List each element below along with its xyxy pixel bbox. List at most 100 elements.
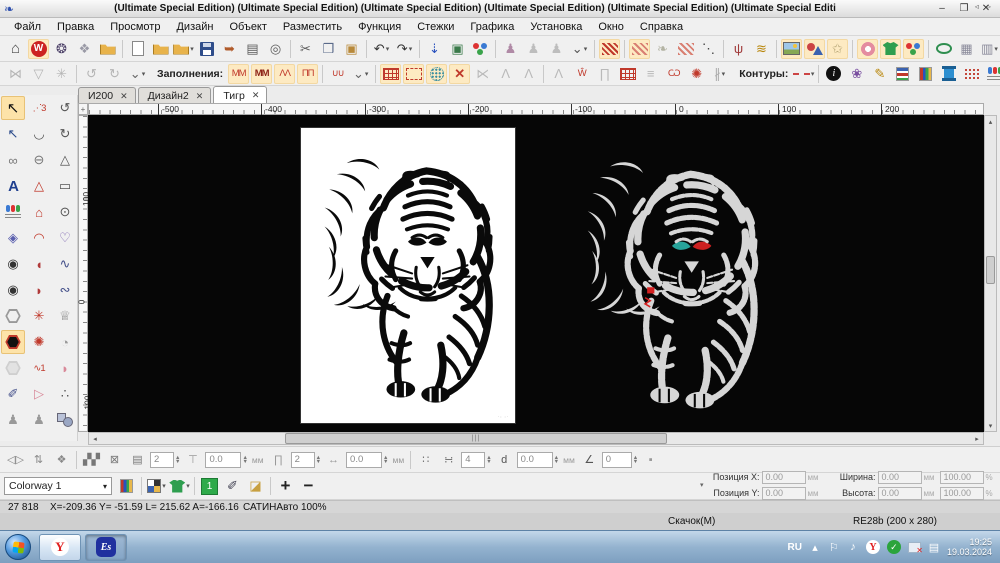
pentagon-tool[interactable]: ⌂	[27, 200, 51, 224]
current-color-swatch[interactable]: 1	[199, 476, 220, 496]
contour-lines-icon[interactable]: ≡	[640, 64, 661, 84]
pen-tool[interactable]: ✐	[1, 382, 25, 406]
rotate-copy-2-icon[interactable]: ↻	[104, 64, 125, 84]
open-recent-icon[interactable]: ▾	[173, 39, 194, 59]
feather-edge-icon[interactable]: ⋉	[472, 64, 493, 84]
design-canvas[interactable]: ·: :·	[88, 115, 984, 432]
menu-item-6[interactable]: Разместить	[275, 20, 350, 34]
zigzag-effect-icon[interactable]: Ŵ	[571, 64, 592, 84]
star-outline-icon[interactable]: ✩	[827, 38, 848, 59]
flower-pot-icon[interactable]: ❀	[846, 64, 867, 84]
hex-outline-tool[interactable]	[1, 304, 25, 328]
colorway-select[interactable]: Colorway 1 ▾	[4, 477, 112, 495]
donut-preview-icon[interactable]	[857, 38, 878, 59]
ring-tool[interactable]: ◉	[1, 252, 25, 276]
menu-item-8[interactable]: Стежки	[409, 20, 462, 34]
tatami-sample-icon[interactable]	[629, 38, 650, 59]
angle-icon[interactable]: ∠	[579, 450, 600, 470]
design-notes-icon[interactable]: ✎	[869, 64, 890, 84]
pattern-stamp-icon[interactable]	[403, 63, 425, 84]
spinner-arrows[interactable]: ▲ ▼	[554, 455, 559, 465]
spike-icon[interactable]: Λ	[495, 64, 516, 84]
bird-release-icon[interactable]: ❖	[74, 39, 95, 59]
field-value[interactable]: 100.00	[939, 470, 984, 484]
spinner-arrows[interactable]: ▲ ▼	[633, 455, 638, 465]
mirror-fan-icon[interactable]: ▽	[28, 64, 49, 84]
menu-item-3[interactable]: Просмотр	[102, 20, 168, 34]
menu-item-7[interactable]: Функция	[350, 20, 409, 34]
field-value[interactable]: 0.00	[761, 486, 806, 500]
folders-icon[interactable]	[97, 39, 118, 59]
copy-icon[interactable]: ❒	[318, 39, 339, 59]
freeline-tool[interactable]: ∿	[53, 252, 77, 276]
spike-2-icon[interactable]: Λ	[518, 64, 539, 84]
vertical-scrollbar[interactable]: ▴ ▾	[984, 115, 997, 432]
horizontal-spacing-icon[interactable]: ↔	[323, 450, 344, 470]
monogram-tool[interactable]	[1, 200, 25, 224]
texture-block-icon[interactable]	[617, 64, 638, 84]
closed-shape-tool[interactable]: △	[27, 174, 51, 198]
mannequin-2-tool[interactable]: ♟	[27, 408, 51, 432]
palette-grid-icon[interactable]: ▾	[146, 476, 167, 496]
fish-motif-icon[interactable]: ≋	[751, 39, 772, 59]
satin-sample-icon[interactable]	[599, 38, 620, 59]
shape-library-tool[interactable]: ♡	[53, 226, 77, 250]
spinner-arrows[interactable]: ▲ ▼	[175, 455, 180, 465]
color-dots-icon[interactable]	[903, 38, 924, 59]
grid-icon[interactable]: ▦	[956, 39, 977, 59]
sunburst-fill-icon[interactable]: ✺	[686, 64, 707, 84]
new-file-icon[interactable]	[127, 39, 148, 59]
fill-bucket-icon[interactable]: ◪	[245, 476, 266, 496]
rotate-copy-icon[interactable]: ↺	[81, 64, 102, 84]
tshirt-product-icon[interactable]	[880, 38, 901, 59]
stagger-2-icon[interactable]: ∺	[438, 450, 459, 470]
stagger-icon[interactable]: ∷	[415, 450, 436, 470]
digitize-nodes-icon[interactable]: ⋱	[698, 39, 719, 59]
pattern-fill-icon[interactable]	[380, 63, 402, 84]
product-tshirt-icon[interactable]: ▾	[169, 476, 190, 496]
field-value[interactable]: 100.00	[939, 486, 984, 500]
arc-2-tool[interactable]: ↻	[53, 122, 77, 146]
lettering-tool[interactable]: A	[1, 174, 25, 198]
taskbar-embroidery-button[interactable]: Es	[85, 533, 127, 561]
start-button[interactable]	[5, 534, 31, 560]
save-icon[interactable]	[196, 39, 217, 59]
node-count-tool[interactable]: ∿1	[27, 356, 51, 380]
send-to-machine-icon[interactable]: ▣	[447, 39, 468, 59]
color-list-icon[interactable]	[892, 64, 913, 84]
shape-group-tool[interactable]	[53, 408, 77, 432]
flag-icon[interactable]: ⚐	[828, 541, 840, 554]
distance-input[interactable]: 0.0 ▲ ▼	[516, 451, 559, 468]
ring-2-tool[interactable]: ◉	[1, 278, 25, 302]
node-polygon-tool[interactable]: △	[53, 148, 77, 172]
tab-close-icon[interactable]: ✕	[120, 91, 128, 102]
cut-icon[interactable]: ✂	[295, 39, 316, 59]
tab-Дизайн2[interactable]: Дизайн2 ✕	[137, 87, 212, 103]
scroll-left-icon[interactable]: ◂	[89, 433, 101, 444]
language-indicator[interactable]: RU	[788, 542, 802, 553]
mirror-column-icon[interactable]: ▤	[127, 450, 148, 470]
horizontal-scrollbar[interactable]: ◂ ||| ▸	[88, 432, 984, 445]
mannequin-3-icon[interactable]: ♟	[546, 39, 567, 59]
curve-tool[interactable]: ◡	[27, 122, 51, 146]
copies-count-input[interactable]: 2 ▲ ▼	[150, 451, 180, 468]
ruler-origin-button[interactable]: +	[78, 103, 88, 115]
stagger-count-input[interactable]: 4 ▲ ▼	[461, 451, 492, 468]
minimize-button[interactable]: –	[932, 2, 952, 16]
mirror-merge-icon[interactable]: ⋈	[5, 64, 26, 84]
undo-icon[interactable]: ↶ ▾	[371, 39, 392, 59]
menu-item-11[interactable]: Окно	[590, 20, 632, 34]
angle-input[interactable]: 0 ▲ ▼	[601, 451, 638, 468]
menu-item-10[interactable]: Установка	[522, 20, 590, 34]
fill-zigzag-icon[interactable]: ΛΛ	[274, 63, 296, 84]
wave-effect-icon[interactable]: Λ	[548, 64, 569, 84]
taskbar-clock[interactable]: 19:25 19.03.2024	[947, 537, 992, 557]
vertical-scroll-thumb[interactable]	[986, 256, 995, 284]
scroll-right-icon[interactable]: ▸	[971, 433, 983, 444]
fill-satin-raised-icon[interactable]: ΜΜ	[251, 63, 273, 84]
menu-item-12[interactable]: Справка	[632, 20, 691, 34]
mirror-row-icon[interactable]: ▞▞	[81, 450, 102, 470]
scroll-up-icon[interactable]: ▴	[985, 116, 996, 127]
yandex-tray-icon[interactable]: Y	[865, 540, 880, 554]
wilcom-logo-icon[interactable]: W	[28, 38, 49, 59]
